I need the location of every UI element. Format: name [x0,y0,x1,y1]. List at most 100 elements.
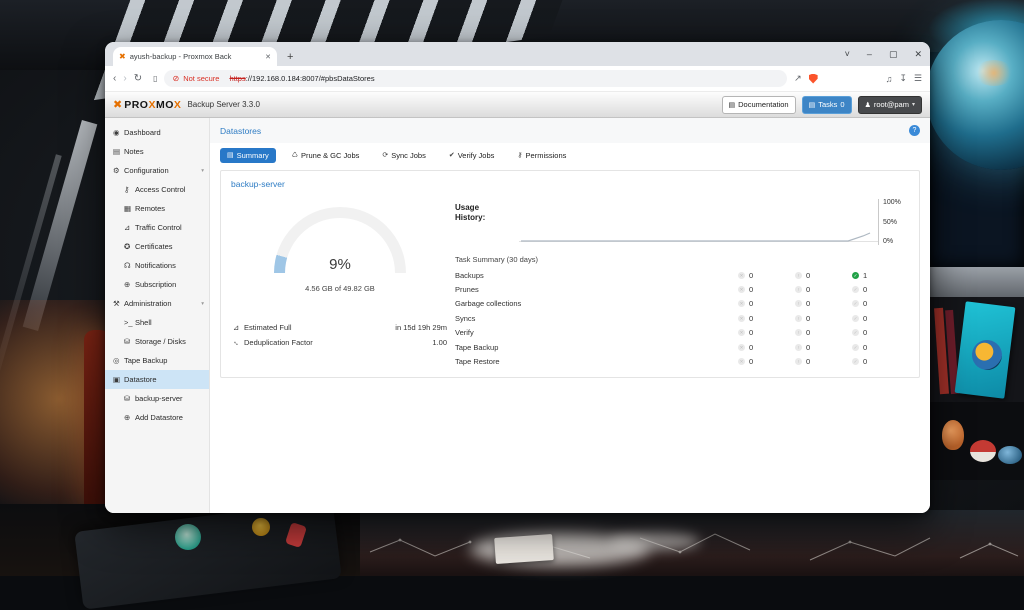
task-row-garbage-collections: Garbage collections ✕0 !0 ✓0 [455,297,909,311]
lock-icon: ⚷ [517,151,522,159]
product-version: Backup Server 3.3.0 [187,100,259,109]
sidebar-item-tape-backup[interactable]: ◎Tape Backup [105,351,209,370]
close-icon[interactable]: ✕ [914,49,922,60]
not-secure-icon: ⊘ [172,75,179,83]
bell-icon: ☊ [124,261,135,270]
dashboard-icon: ◉ [113,128,124,137]
forward-icon: › [123,73,126,84]
sidebar-item-dashboard[interactable]: ◉Dashboard [105,123,209,142]
proxmox-logo-icon: ✖ [113,98,122,111]
sidebar-item-administration[interactable]: ⚒Administration▾ [105,294,209,313]
url-scheme: https [229,74,245,83]
url-text: https://192.168.0.184:8007/#pbsDataStore… [229,74,374,83]
share-icon[interactable]: ↗ [794,73,802,84]
terminal-icon: >_ [124,318,135,327]
new-tab-button[interactable]: + [287,51,293,63]
task-summary-title: Task Summary (30 days) [455,255,909,264]
sidebar-item-configuration[interactable]: ⚙Configuration▾ [105,161,209,180]
warning-icon: ! [795,344,802,351]
browser-window: ✖ ayush-backup - Proxmox Back ✕ + ˅ – ▢ … [105,42,930,513]
desktop-scene: ✖ ayush-backup - Proxmox Back ✕ + ˅ – ▢ … [0,0,1024,576]
sidebar-item-subscription[interactable]: ⊕Subscription [105,275,209,294]
panel-body: 9% 4.56 GB of 49.82 GB ⊿ Estimated Full … [221,191,919,369]
brave-shield-icon[interactable] [809,74,818,84]
reload-icon[interactable]: ↻ [134,73,142,84]
address-bar[interactable]: ⊘ Not secure https://192.168.0.184:8007/… [164,70,787,87]
tab-verify-jobs[interactable]: ✔Verify Jobs [442,148,502,163]
url-rest: ://192.168.0.184:8007/#pbsDataStores [246,74,375,83]
user-menu-button[interactable]: ♟ root@pam ▾ [858,96,922,114]
sidebar-item-access-control[interactable]: ⚷Access Control [105,180,209,199]
browser-menu-icon[interactable]: ☰ [914,73,922,84]
chart-line-icon: ⊿ [233,323,244,332]
tab-summary[interactable]: ▤Summary [220,148,276,163]
tab-permissions[interactable]: ⚷Permissions [510,148,573,163]
usage-gauge: 9% [274,207,406,273]
chart-icon: ⊿ [124,223,135,232]
tab-prune-gc-jobs[interactable]: ♺Prune & GC Jobs [285,148,367,163]
main-area: Datastores ? ▤Summary ♺Prune & GC Jobs ⟳… [210,118,930,513]
tasks-button[interactable]: ▤ Tasks 0 [802,96,852,114]
history-column: Usage History: 1 [453,191,919,369]
warning-icon: ! [795,358,802,365]
plush-toy-orange [942,420,964,450]
error-icon: ✕ [738,286,745,293]
sidebar: ◉Dashboard ▤Notes ⚙Configuration▾ ⚷Acces… [105,118,210,513]
usage-history-sparkline [519,203,878,245]
ok-icon: ✓ [852,358,859,365]
sidebar-item-datastore[interactable]: ▣Datastore [105,370,209,389]
gears-icon: ⚙ [113,166,124,175]
task-list-icon: ▤ [809,101,816,109]
sidebar-item-shell[interactable]: >_Shell [105,313,209,332]
list-icon: ▦ [124,204,135,213]
proxmox-logo-text: PROXMOX [124,99,181,111]
sidebar-item-add-datastore[interactable]: ⊕Add Datastore [105,408,209,427]
sidebar-item-notes[interactable]: ▤Notes [105,142,209,161]
task-row-syncs: Syncs ✕0 !0 ✓0 [455,311,909,325]
error-icon: ✕ [738,329,745,336]
error-icon: ✕ [738,272,745,279]
sidebar-item-remotes[interactable]: ▦Remotes [105,199,209,218]
sidebar-item-certificates[interactable]: ✪Certificates [105,237,209,256]
collapse-chevron-icon[interactable]: ▾ [201,168,204,174]
stat-estimated-full: ⊿ Estimated Full in 15d 19h 29m [233,320,447,335]
proxmox-favicon: ✖ [119,53,126,61]
sidebar-item-storage-disks[interactable]: ⛁Storage / Disks [105,332,209,351]
ok-icon: ✓ [852,315,859,322]
tab-close-icon[interactable]: ✕ [265,53,271,61]
sidebar-item-notifications[interactable]: ☊Notifications [105,256,209,275]
book-icon: ▤ [227,151,234,159]
maximize-icon[interactable]: ▢ [889,49,898,60]
warning-icon: ! [795,329,802,336]
browser-menu-chevron-icon[interactable]: ˅ [845,49,850,59]
help-icon[interactable]: ? [909,125,920,136]
back-icon[interactable]: ‹ [113,73,116,84]
laptop-sticker-coin [252,518,270,536]
trash-icon: ♺ [292,151,298,159]
bookmark-icon[interactable]: ▯ [153,74,157,83]
task-row-backups: Backups ✕0 !0 ✓1 [455,268,909,282]
bed-white-fabric-2 [610,532,700,550]
pbs-header: ✖ PROXMOX Backup Server 3.3.0 ▤ Document… [105,92,930,118]
shelf [928,267,1024,297]
dedup-arrows-icon: ↔ [233,338,244,347]
sidebar-item-backup-server[interactable]: ⛁backup-server [105,389,209,408]
book-icon: ▤ [729,101,736,109]
sidebar-item-traffic-control[interactable]: ⊿Traffic Control [105,218,209,237]
download-icon[interactable]: ↧ [899,73,907,84]
key-icon: ⚷ [124,185,135,194]
wrench-icon: ⚒ [113,299,124,308]
tab-sync-jobs[interactable]: ⟳Sync Jobs [375,148,432,163]
minimize-icon[interactable]: – [867,49,872,59]
collapse-chevron-icon[interactable]: ▾ [201,301,204,307]
documentation-button[interactable]: ▤ Documentation [722,96,796,114]
task-row-tape-restore: Tape Restore ✕0 !0 ✓0 [455,354,909,368]
certificate-icon: ✪ [124,242,135,251]
white-box-on-bed [494,534,554,564]
warning-icon: ! [795,315,802,322]
task-row-verify: Verify ✕0 !0 ✓0 [455,326,909,340]
ok-icon: ✓ [852,344,859,351]
ok-icon: ✓ [852,272,859,279]
browser-tab[interactable]: ✖ ayush-backup - Proxmox Back ✕ [113,47,277,66]
media-icon[interactable]: ♫ [886,74,893,84]
